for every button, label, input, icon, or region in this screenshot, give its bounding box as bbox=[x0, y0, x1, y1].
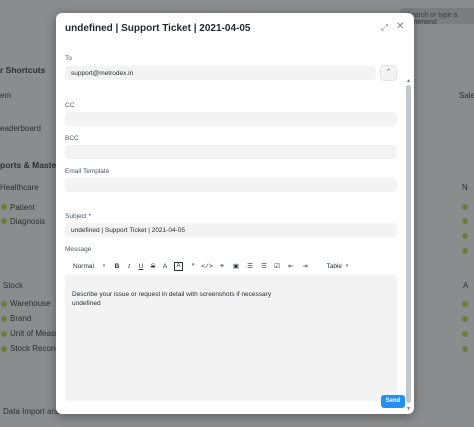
cc-label: CC bbox=[65, 102, 75, 109]
table-menu[interactable]: Table bbox=[312, 263, 342, 270]
bg-card-data-import: Data Import and bbox=[3, 407, 61, 416]
message-label: Message bbox=[65, 246, 92, 253]
bg-card-stock: Stock bbox=[3, 281, 24, 290]
new-email-dialog: undefined | Support Ticket | 2021-04-05 … bbox=[56, 13, 414, 414]
message-text-line: Describe your issue or request in detail… bbox=[72, 291, 272, 298]
bg-link-patient: Patient bbox=[10, 203, 35, 212]
dialog-title: undefined | Support Ticket | 2021-04-05 bbox=[65, 23, 251, 34]
format-select[interactable]: Normal bbox=[65, 263, 97, 270]
to-label: To bbox=[65, 55, 72, 62]
bullet-icon bbox=[462, 346, 468, 352]
bg-link-diagnosis: Diagnosis bbox=[10, 217, 46, 226]
bullet-icon bbox=[1, 218, 7, 224]
bullet-icon bbox=[462, 301, 468, 307]
blockquote-icon[interactable]: ” bbox=[186, 263, 200, 270]
strikethrough-icon[interactable]: S bbox=[147, 263, 159, 270]
subject-label: Subject * bbox=[65, 213, 92, 220]
subject-field[interactable]: undefined | Support Ticket | 2021-04-05 bbox=[65, 223, 397, 237]
underline-icon[interactable]: U bbox=[135, 263, 147, 270]
chevron-down-icon[interactable]: ▾ bbox=[97, 263, 111, 269]
text-color-icon[interactable]: A bbox=[159, 263, 171, 270]
bullet-icon bbox=[462, 233, 468, 239]
bullet-icon bbox=[462, 316, 468, 322]
bg-item-sales: Sale bbox=[459, 91, 474, 100]
outdent-icon[interactable]: ⇥ bbox=[298, 262, 312, 270]
toggle-cc-button[interactable]: ⌃ bbox=[380, 65, 397, 81]
bg-item-leaderboard: eaderboard bbox=[0, 124, 41, 133]
email-template-field[interactable] bbox=[65, 178, 397, 192]
scroll-up-arrow[interactable]: ▲ bbox=[406, 78, 411, 84]
bg-card-right: A bbox=[463, 281, 469, 290]
bold-icon[interactable]: B bbox=[111, 263, 123, 270]
email-template-label: Email Template bbox=[65, 168, 110, 175]
to-field[interactable]: support@metrodex.in bbox=[65, 66, 376, 80]
cc-field[interactable] bbox=[65, 112, 397, 126]
check-list-icon[interactable]: ☑ bbox=[270, 262, 284, 270]
image-icon[interactable]: ▣ bbox=[230, 262, 242, 270]
code-icon[interactable]: </> bbox=[200, 263, 214, 270]
message-text-line: undefined bbox=[72, 300, 101, 307]
bcc-label: BCC bbox=[65, 135, 79, 142]
link-icon[interactable]: ⚭ bbox=[214, 262, 230, 270]
expand-icon[interactable]: ⤢ bbox=[381, 22, 388, 33]
background-color-icon[interactable]: A bbox=[174, 261, 183, 271]
bullet-icon bbox=[462, 218, 468, 224]
bg-link-brand: Brand bbox=[10, 314, 32, 323]
bg-heading-shortcuts: r Shortcuts bbox=[0, 65, 46, 75]
close-icon[interactable]: ✕ bbox=[396, 21, 404, 32]
bullet-icon bbox=[1, 204, 7, 210]
align-left-icon[interactable]: ⇤ bbox=[284, 262, 298, 270]
bg-card-healthcare: Healthcare bbox=[0, 183, 39, 192]
bg-card-right: N bbox=[462, 183, 468, 192]
bg-link-warehouse: Warehouse bbox=[10, 299, 51, 308]
bullet-icon bbox=[462, 331, 468, 337]
bullet-icon bbox=[1, 316, 7, 322]
message-editor[interactable]: Describe your issue or request in detail… bbox=[65, 275, 397, 401]
bullet-icon bbox=[1, 301, 7, 307]
bullet-icon bbox=[1, 346, 7, 352]
bullet-list-icon[interactable]: ☰ bbox=[258, 262, 270, 270]
editor-toolbar: Normal ▾ B I U S A A ” </> ⚭ ▣ ☰ ☰ ☑ ⇤ ⇥… bbox=[65, 259, 397, 273]
bg-heading-reports: ports & Masters bbox=[0, 160, 65, 170]
bg-item: em bbox=[0, 91, 12, 100]
chevron-up-icon: ⌃ bbox=[385, 69, 392, 76]
chevron-down-icon[interactable]: ▾ bbox=[342, 263, 352, 269]
bullet-icon bbox=[462, 204, 468, 210]
dialog-scrollbar[interactable] bbox=[406, 85, 411, 403]
ordered-list-icon[interactable]: ☰ bbox=[242, 262, 258, 270]
bullet-icon bbox=[462, 248, 468, 254]
bcc-field[interactable] bbox=[65, 145, 397, 159]
bullet-icon bbox=[1, 331, 7, 337]
italic-icon[interactable]: I bbox=[123, 263, 135, 270]
scroll-down-arrow[interactable]: ▼ bbox=[406, 406, 411, 412]
send-button[interactable]: Send bbox=[381, 395, 405, 408]
